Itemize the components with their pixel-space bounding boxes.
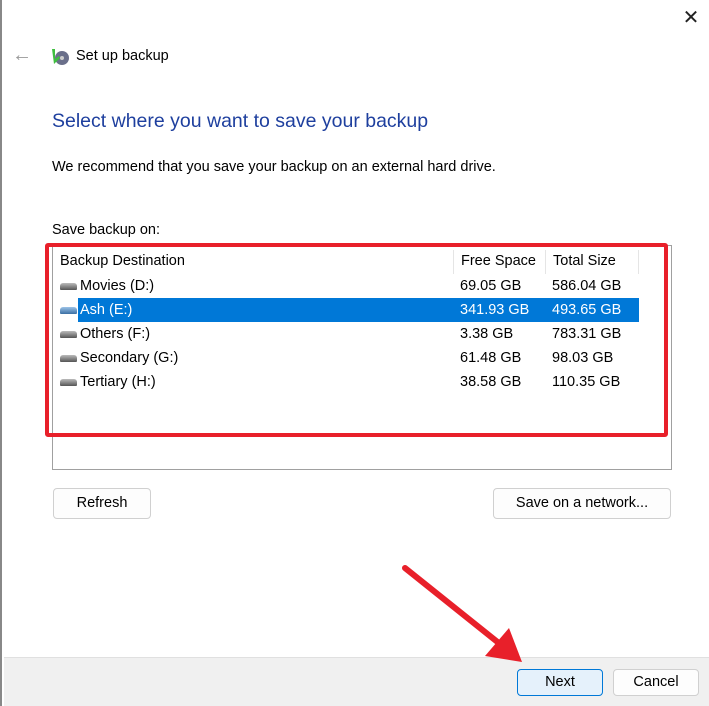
description-text: We recommend that you save your backup o…	[52, 159, 496, 175]
table-row[interactable]: Ash (E:) 341.93 GB 493.65 GB	[53, 298, 639, 322]
total-size: 98.03 GB	[552, 350, 614, 366]
drive-icon	[60, 355, 77, 362]
table-row[interactable]: Movies (D:) 69.05 GB 586.04 GB	[53, 274, 639, 298]
save-on-network-button[interactable]: Save on a network...	[493, 488, 671, 519]
table-row[interactable]: Secondary (G:) 61.48 GB 98.03 GB	[53, 346, 639, 370]
setup-backup-window: ✕ ← Set up backup Select where you want …	[0, 0, 709, 706]
window-title: Set up backup	[76, 48, 169, 64]
annotation-arrow-icon	[402, 565, 522, 662]
column-header-total-size[interactable]: Total Size	[546, 250, 639, 274]
free-space: 3.38 GB	[460, 326, 514, 342]
column-header-destination[interactable]: Backup Destination	[53, 250, 454, 274]
backup-app-icon	[52, 49, 69, 65]
back-arrow-icon[interactable]: ←	[12, 44, 32, 67]
page-heading: Select where you want to save your backu…	[52, 110, 429, 132]
cancel-button[interactable]: Cancel	[613, 669, 699, 696]
free-space: 38.58 GB	[460, 374, 522, 390]
table-row[interactable]: Tertiary (H:) 38.58 GB 110.35 GB	[53, 370, 639, 394]
backup-destination-list[interactable]: Backup Destination Free Space Total Size…	[52, 245, 672, 470]
free-space: 341.93 GB	[460, 302, 530, 318]
drive-name: Ash (E:)	[80, 302, 133, 318]
free-space: 69.05 GB	[460, 278, 522, 294]
drive-icon	[60, 331, 77, 338]
list-label: Save backup on:	[52, 222, 161, 238]
drive-icon	[60, 307, 77, 314]
column-header-free-space[interactable]: Free Space	[454, 250, 546, 274]
refresh-button[interactable]: Refresh	[53, 488, 151, 519]
next-button[interactable]: Next	[517, 669, 603, 696]
close-icon[interactable]: ✕	[674, 4, 708, 32]
free-space: 61.48 GB	[460, 350, 522, 366]
total-size: 586.04 GB	[552, 278, 622, 294]
total-size: 783.31 GB	[552, 326, 622, 342]
drive-name: Movies (D:)	[80, 278, 155, 294]
total-size: 110.35 GB	[552, 374, 621, 390]
total-size: 493.65 GB	[552, 302, 622, 318]
footer-bar	[4, 657, 709, 706]
drive-name: Secondary (G:)	[80, 350, 179, 366]
drive-icon	[60, 283, 77, 290]
drive-icon	[60, 379, 77, 386]
table-row[interactable]: Others (F:) 3.38 GB 783.31 GB	[53, 322, 639, 346]
drive-name: Tertiary (H:)	[80, 374, 156, 390]
drive-name: Others (F:)	[80, 326, 151, 342]
